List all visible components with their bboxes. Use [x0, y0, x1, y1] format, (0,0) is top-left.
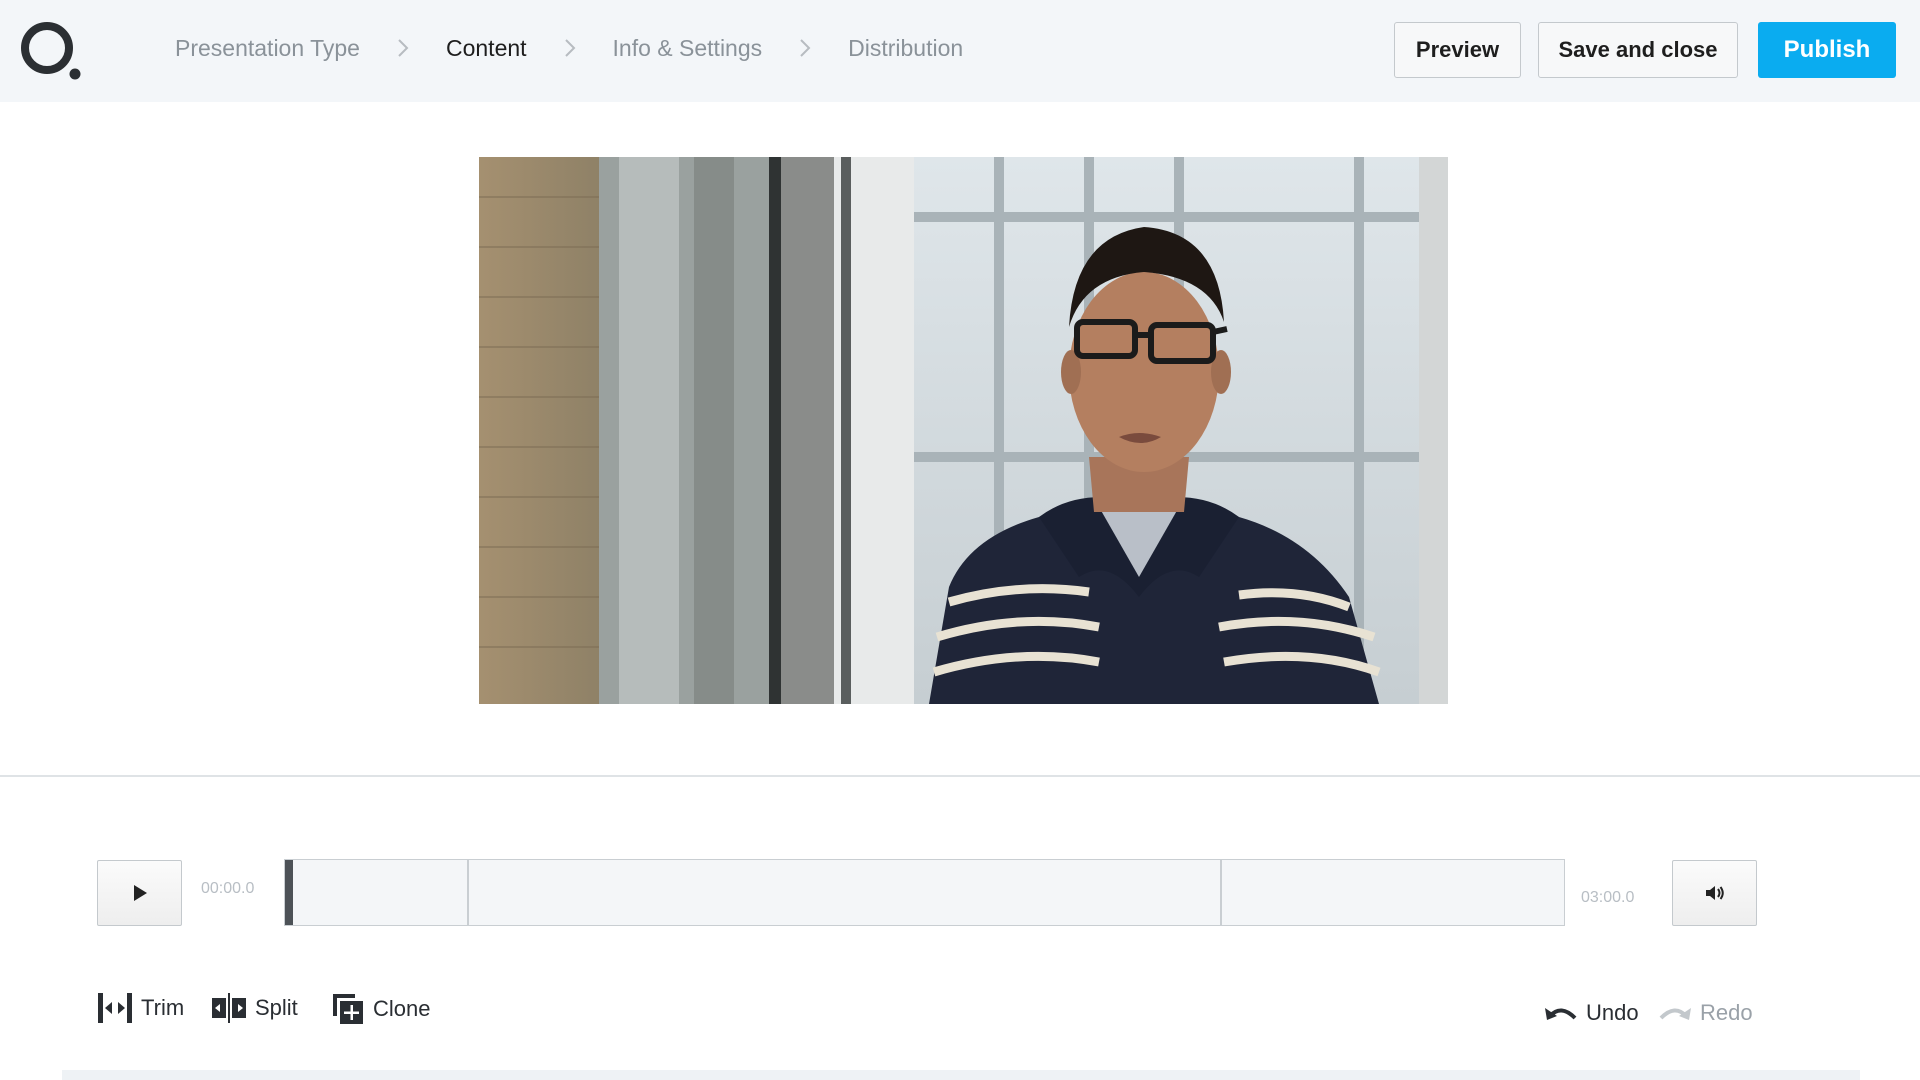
video-preview[interactable]: [479, 157, 1448, 704]
section-divider: [0, 775, 1920, 777]
split-tool[interactable]: Split: [211, 992, 298, 1024]
undo-label: Undo: [1586, 1000, 1639, 1025]
logo-icon[interactable]: [18, 18, 84, 84]
volume-icon: [1705, 886, 1724, 900]
duration-time: 03:00.0: [1581, 889, 1635, 906]
step-presentation-type[interactable]: Presentation Type: [175, 35, 360, 62]
wizard-steps: Presentation Type Content Info & Setting…: [175, 0, 963, 96]
volume-button[interactable]: [1672, 860, 1757, 926]
split-label: Split: [255, 995, 298, 1020]
save-and-close-button[interactable]: Save and close: [1538, 22, 1738, 78]
bottom-panel-edge: [62, 1070, 1860, 1080]
clone-icon: [333, 994, 363, 1024]
trim-label: Trim: [141, 995, 185, 1020]
chevron-right-icon: [398, 39, 409, 57]
redo-button[interactable]: Redo: [1658, 1000, 1753, 1026]
current-time: 00:00.0: [201, 880, 255, 897]
chevron-right-icon: [564, 39, 575, 57]
playhead-handle[interactable]: [285, 860, 293, 925]
preview-button[interactable]: Preview: [1394, 22, 1521, 78]
undo-icon: [1545, 1008, 1577, 1020]
segment-divider[interactable]: [467, 860, 469, 925]
clone-label: Clone: [373, 996, 431, 1021]
publish-button[interactable]: Publish: [1758, 22, 1896, 78]
play-button[interactable]: [97, 860, 182, 926]
top-bar: Presentation Type Content Info & Setting…: [0, 0, 1920, 102]
trim-icon: [98, 993, 132, 1023]
play-icon: [133, 885, 147, 901]
segment-divider[interactable]: [1220, 860, 1222, 925]
timeline-track[interactable]: [284, 859, 1565, 926]
video-frame-image: [479, 157, 1448, 704]
step-info-settings[interactable]: Info & Settings: [613, 35, 763, 62]
trim-tool[interactable]: Trim: [97, 992, 184, 1024]
clone-tool[interactable]: Clone: [331, 992, 430, 1026]
step-distribution[interactable]: Distribution: [848, 35, 963, 62]
redo-icon: [1659, 1008, 1691, 1020]
step-content[interactable]: Content: [446, 35, 527, 62]
split-icon: [212, 993, 246, 1023]
redo-label: Redo: [1700, 1000, 1753, 1025]
chevron-right-icon: [800, 39, 811, 57]
undo-button[interactable]: Undo: [1544, 1000, 1639, 1026]
